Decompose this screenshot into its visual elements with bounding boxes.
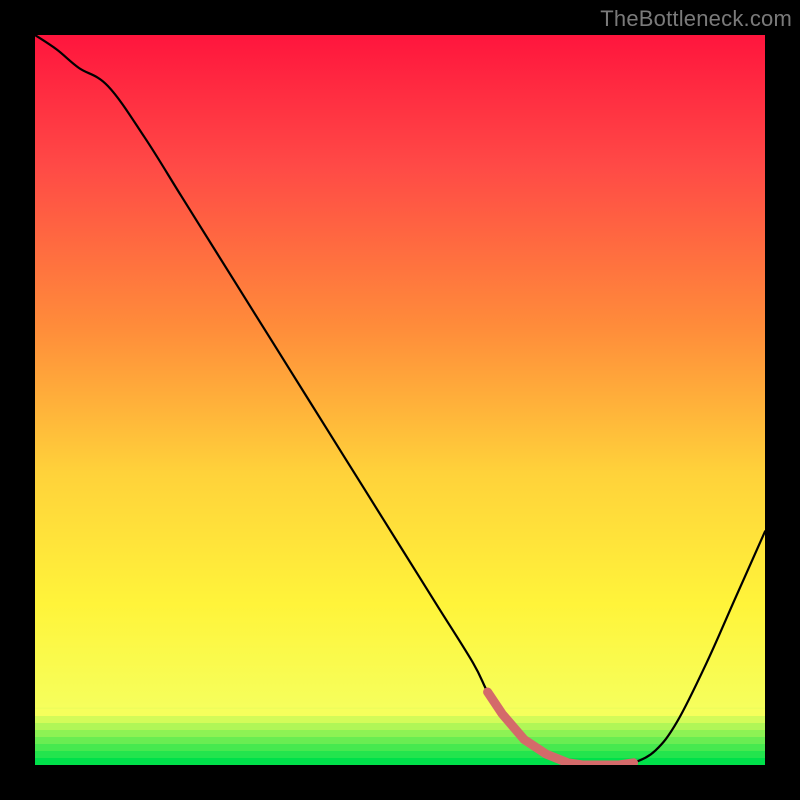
chart-svg <box>35 35 765 765</box>
gradient-background <box>35 35 765 765</box>
attribution-label: TheBottleneck.com <box>600 6 792 32</box>
bottom-color-band <box>35 709 765 765</box>
chart-area <box>35 35 765 765</box>
